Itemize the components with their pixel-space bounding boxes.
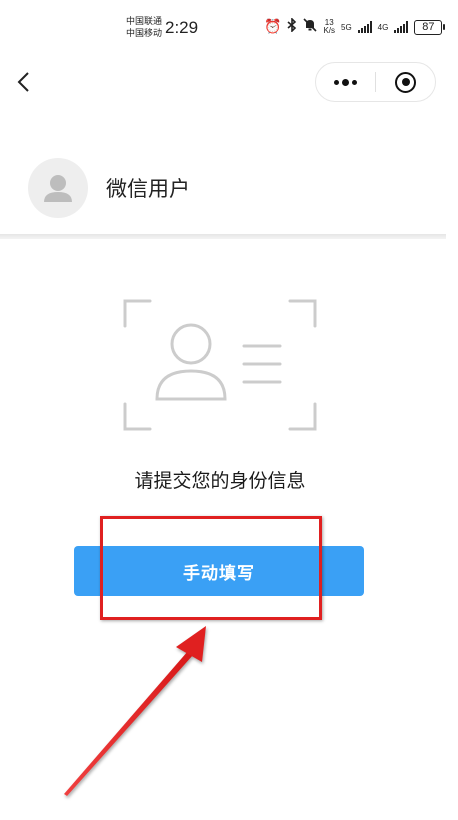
status-time: 2:29: [165, 18, 199, 37]
speed-unit: K/s: [323, 26, 335, 35]
signal-5g-icon: [357, 21, 372, 33]
carrier-mobile: 中国移动: [126, 29, 163, 39]
id-card-scan-icon: [122, 298, 318, 432]
mini-program-capsule: [315, 62, 436, 102]
status-icons: ⏰ 13 K/s 5G 4G 87: [264, 17, 446, 36]
status-bar: 中国联通 中国移动 2:29 ⏰ 13 K/s 5G 4G 87: [0, 0, 458, 56]
battery-level: 87: [414, 19, 443, 35]
manual-fill-button[interactable]: 手动填写: [74, 546, 364, 596]
network-speed: 13 K/s: [323, 19, 335, 35]
battery-icon: 87: [414, 19, 446, 35]
carrier-info: 中国联通 中国移动: [126, 16, 162, 40]
user-name: 微信用户: [106, 177, 190, 201]
network-4g-label: 4G: [377, 22, 389, 32]
section-divider: [0, 234, 446, 239]
bluetooth-icon: [287, 17, 297, 36]
alarm-icon: ⏰: [264, 19, 282, 35]
battery-cap: [443, 24, 446, 30]
user-info-row: 微信用户: [0, 140, 458, 236]
network-5g-label: 5G: [341, 22, 352, 32]
chevron-left-icon[interactable]: [8, 66, 38, 98]
submit-id-prompt: 请提交您的身份信息: [134, 470, 306, 492]
user-avatar-icon: [28, 158, 88, 218]
carrier-unicom: 中国联通: [126, 17, 163, 27]
signal-4g-icon: [394, 21, 409, 33]
bell-off-icon: [303, 18, 318, 36]
more-dots-icon[interactable]: [316, 63, 375, 101]
target-circle-icon[interactable]: [376, 63, 435, 101]
